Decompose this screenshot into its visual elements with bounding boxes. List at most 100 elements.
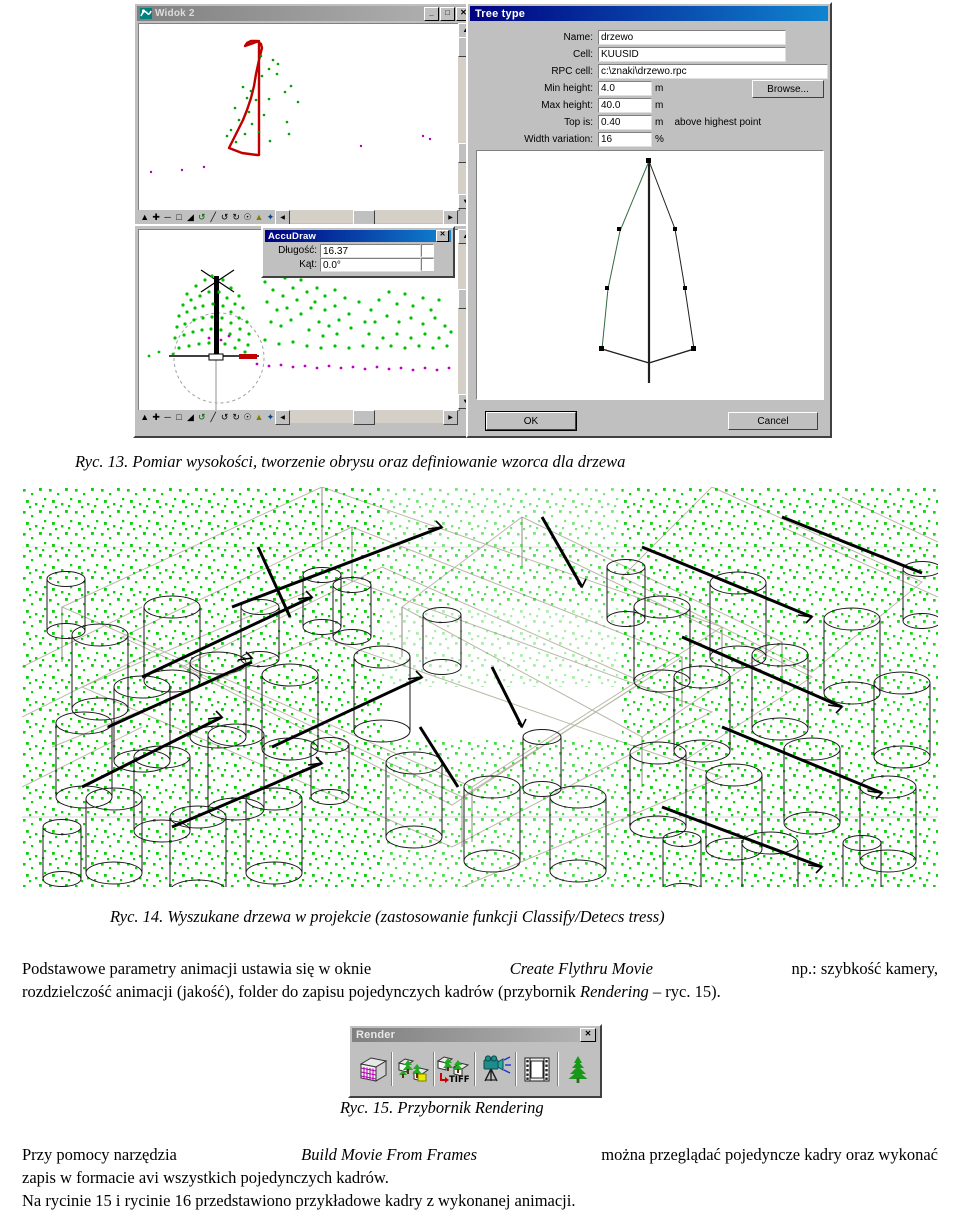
- width-variation-input[interactable]: 16: [598, 132, 652, 147]
- paragraph1-line2-italic: Rendering: [580, 982, 649, 1001]
- view-next-icon[interactable]: ↻: [230, 211, 241, 224]
- zoom-in-icon-2[interactable]: ✚: [150, 411, 161, 424]
- update-view-icon[interactable]: ☉: [242, 211, 253, 224]
- paragraph1-line2-b: – ryc. 15).: [648, 982, 721, 1001]
- paragraph1-line1-italic: Create Flythru Movie: [509, 959, 653, 978]
- max-height-input[interactable]: 40.0: [598, 98, 652, 113]
- update-view-icon-2[interactable]: ☉: [242, 411, 253, 424]
- save-image-tiff-icon[interactable]: TIFF: [435, 1049, 474, 1089]
- view-hscrollbar[interactable]: ◀ ▶: [275, 210, 458, 225]
- clip-volume-icon-2[interactable]: ▲: [253, 411, 264, 424]
- accudraw-angle-lock-checkbox[interactable]: [421, 258, 434, 271]
- microstation-app-icon: [139, 8, 152, 20]
- render-toolbar-dialog[interactable]: Render ✕ TIFF: [348, 1024, 602, 1098]
- accudraw-length-input[interactable]: 16.37: [320, 244, 421, 258]
- paragraph-build-movie: Przy pomocy narzędzia Build Movie From F…: [22, 1143, 938, 1212]
- cancel-button[interactable]: Cancel: [728, 412, 818, 430]
- figure-13-screenshot: Widok 2 _ □ ✕ ▲ ✚ ─ □ ◢ ↺ ╱ ↺ ↻ ☉ ▲ ✦ ◀ …: [133, 2, 832, 438]
- tree-rpc-icon[interactable]: [559, 1049, 598, 1089]
- hscroll-thumb[interactable]: [353, 210, 375, 225]
- section-hscrollbar[interactable]: ◀ ▶: [275, 410, 458, 425]
- render-close-button[interactable]: ✕: [580, 1028, 596, 1042]
- scroll-left-button[interactable]: ◀: [275, 210, 290, 225]
- view-next-icon-2[interactable]: ↻: [230, 411, 241, 424]
- rotate-view-icon-2[interactable]: ↺: [196, 411, 207, 424]
- view-toolstrip-section[interactable]: ▲ ✚ ─ □ ◢ ↺ ╱ ↺ ↻ ☉ ▲ ✦: [138, 410, 276, 424]
- top-is-label: Top is:: [564, 117, 593, 128]
- paragraph2-line1: Przy pomocy narzędzia Build Movie From F…: [22, 1143, 938, 1166]
- maximize-button[interactable]: □: [440, 6, 455, 21]
- minimize-button[interactable]: _: [424, 6, 439, 21]
- window-area-icon[interactable]: □: [173, 211, 184, 224]
- paragraph-animation-params: Podstawowe parametry animacji ustawia si…: [22, 957, 938, 1003]
- paragraph1-line1-b: np.: szybkość kamery,: [791, 959, 938, 978]
- paragraph2-line1-a: Przy pomocy narzędzia: [22, 1145, 177, 1164]
- view-previous-icon-2[interactable]: ↺: [219, 411, 230, 424]
- name-label: Name:: [563, 32, 593, 43]
- window-area-icon-2[interactable]: □: [173, 411, 184, 424]
- figure-14-caption: Ryc. 14. Wyszukane drzewa w projekcie (z…: [110, 907, 665, 926]
- max-height-label: Max height:: [541, 100, 593, 111]
- fit-view-icon[interactable]: ◢: [185, 211, 196, 224]
- accudraw-close-button[interactable]: ✕: [436, 230, 449, 242]
- zoom-out-icon-2[interactable]: ─: [162, 411, 173, 424]
- view-canvas-top[interactable]: [138, 23, 460, 211]
- pan-view-icon-2[interactable]: ╱: [208, 411, 219, 424]
- paragraph1-line1: Podstawowe parametry animacji ustawia si…: [22, 957, 938, 980]
- min-height-input[interactable]: 4.0: [598, 81, 652, 96]
- render-toolbar-body: TIFF: [352, 1043, 598, 1094]
- view-window-widok2[interactable]: Widok 2 _ □ ✕ ▲ ✚ ─ □ ◢ ↺ ╱ ↺ ↻ ☉ ▲ ✦ ◀ …: [133, 2, 477, 231]
- top-is-input[interactable]: 0.40: [598, 115, 652, 130]
- browse-button[interactable]: Browse...: [752, 80, 824, 98]
- film-strip-movie-icon[interactable]: [517, 1049, 556, 1089]
- tree-type-title: Tree type: [475, 7, 526, 20]
- view-toolstrip-top[interactable]: ▲ ✚ ─ □ ◢ ↺ ╱ ↺ ↻ ☉ ▲ ✦: [138, 210, 276, 224]
- section-hscroll-thumb[interactable]: [353, 410, 375, 425]
- tree-type-titlebar[interactable]: Tree type: [470, 6, 828, 21]
- view-window-title: Widok 2: [155, 8, 195, 19]
- pan-view-icon[interactable]: ╱: [208, 211, 219, 224]
- paragraph2-line2: zapis w formacie avi wszystkich pojedync…: [22, 1168, 389, 1187]
- section-scroll-left-button[interactable]: ◀: [275, 410, 290, 425]
- rpc-cell-input[interactable]: c:\znaki\drzewo.rpc: [598, 64, 828, 79]
- render-title: Render: [356, 1029, 396, 1041]
- rotate-view-icon[interactable]: ↺: [196, 211, 207, 224]
- paragraph1-line2-a: rozdzielczość animacji (jakość), folder …: [22, 982, 581, 1001]
- section-scroll-right-button[interactable]: ▶: [443, 410, 458, 425]
- accudraw-angle-input[interactable]: 0.0°: [320, 258, 421, 272]
- tree-preview-graphics: [599, 158, 696, 383]
- view-window-titlebar[interactable]: Widok 2 _ □ ✕: [137, 6, 473, 21]
- paragraph1-line2: rozdzielczość animacji (jakość), folder …: [22, 980, 938, 1003]
- fit-view-icon-2[interactable]: ◢: [185, 411, 196, 424]
- render-titlebar[interactable]: Render ✕: [352, 1028, 598, 1042]
- paragraph2-line1-b: można przeglądać pojedyncze kadry oraz w…: [601, 1145, 938, 1164]
- min-height-unit: m: [655, 83, 664, 94]
- accudraw-body: Długość: 16.37 Kąt: 0.0°: [265, 243, 451, 274]
- width-variation-unit: %: [655, 134, 664, 145]
- accudraw-titlebar[interactable]: AccuDraw ✕: [265, 230, 451, 242]
- ok-button[interactable]: OK: [486, 412, 576, 430]
- cell-label: Cell:: [572, 49, 593, 60]
- tree-type-dialog[interactable]: Tree type Name: drzewo Cell: KUUSID RPC …: [466, 2, 832, 438]
- accudraw-dialog[interactable]: AccuDraw ✕ Długość: 16.37 Kąt: 0.0°: [261, 226, 455, 278]
- paragraph3: Na rycinie 15 i rycinie 16 przedstawiono…: [22, 1191, 576, 1210]
- view-attributes-icon[interactable]: ▲: [139, 211, 150, 224]
- svg-text:TIFF: TIFF: [449, 1075, 470, 1084]
- accudraw-length-lock-checkbox[interactable]: [421, 244, 434, 257]
- tree-preview-pane: [476, 150, 824, 400]
- cell-input[interactable]: KUUSID: [598, 47, 786, 62]
- scroll-right-button[interactable]: ▶: [443, 210, 458, 225]
- render-scene-icon[interactable]: [393, 1049, 432, 1089]
- camera-flythru-icon[interactable]: [476, 1049, 515, 1089]
- paragraph1-line1-a: Podstawowe parametry animacji ustawia si…: [22, 959, 372, 978]
- accudraw-title: AccuDraw: [268, 230, 317, 242]
- zoom-in-icon[interactable]: ✚: [150, 211, 161, 224]
- view-attributes-icon-2[interactable]: ▲: [139, 411, 150, 424]
- paragraph2-line1-italic: Build Movie From Frames: [301, 1145, 477, 1164]
- clip-volume-icon[interactable]: ▲: [253, 211, 264, 224]
- name-input[interactable]: drzewo: [598, 30, 786, 45]
- render-wireframe-cube-icon[interactable]: [352, 1049, 391, 1089]
- zoom-out-icon[interactable]: ─: [162, 211, 173, 224]
- view-previous-icon[interactable]: ↺: [219, 211, 230, 224]
- accudraw-length-label: Długość:: [278, 245, 317, 256]
